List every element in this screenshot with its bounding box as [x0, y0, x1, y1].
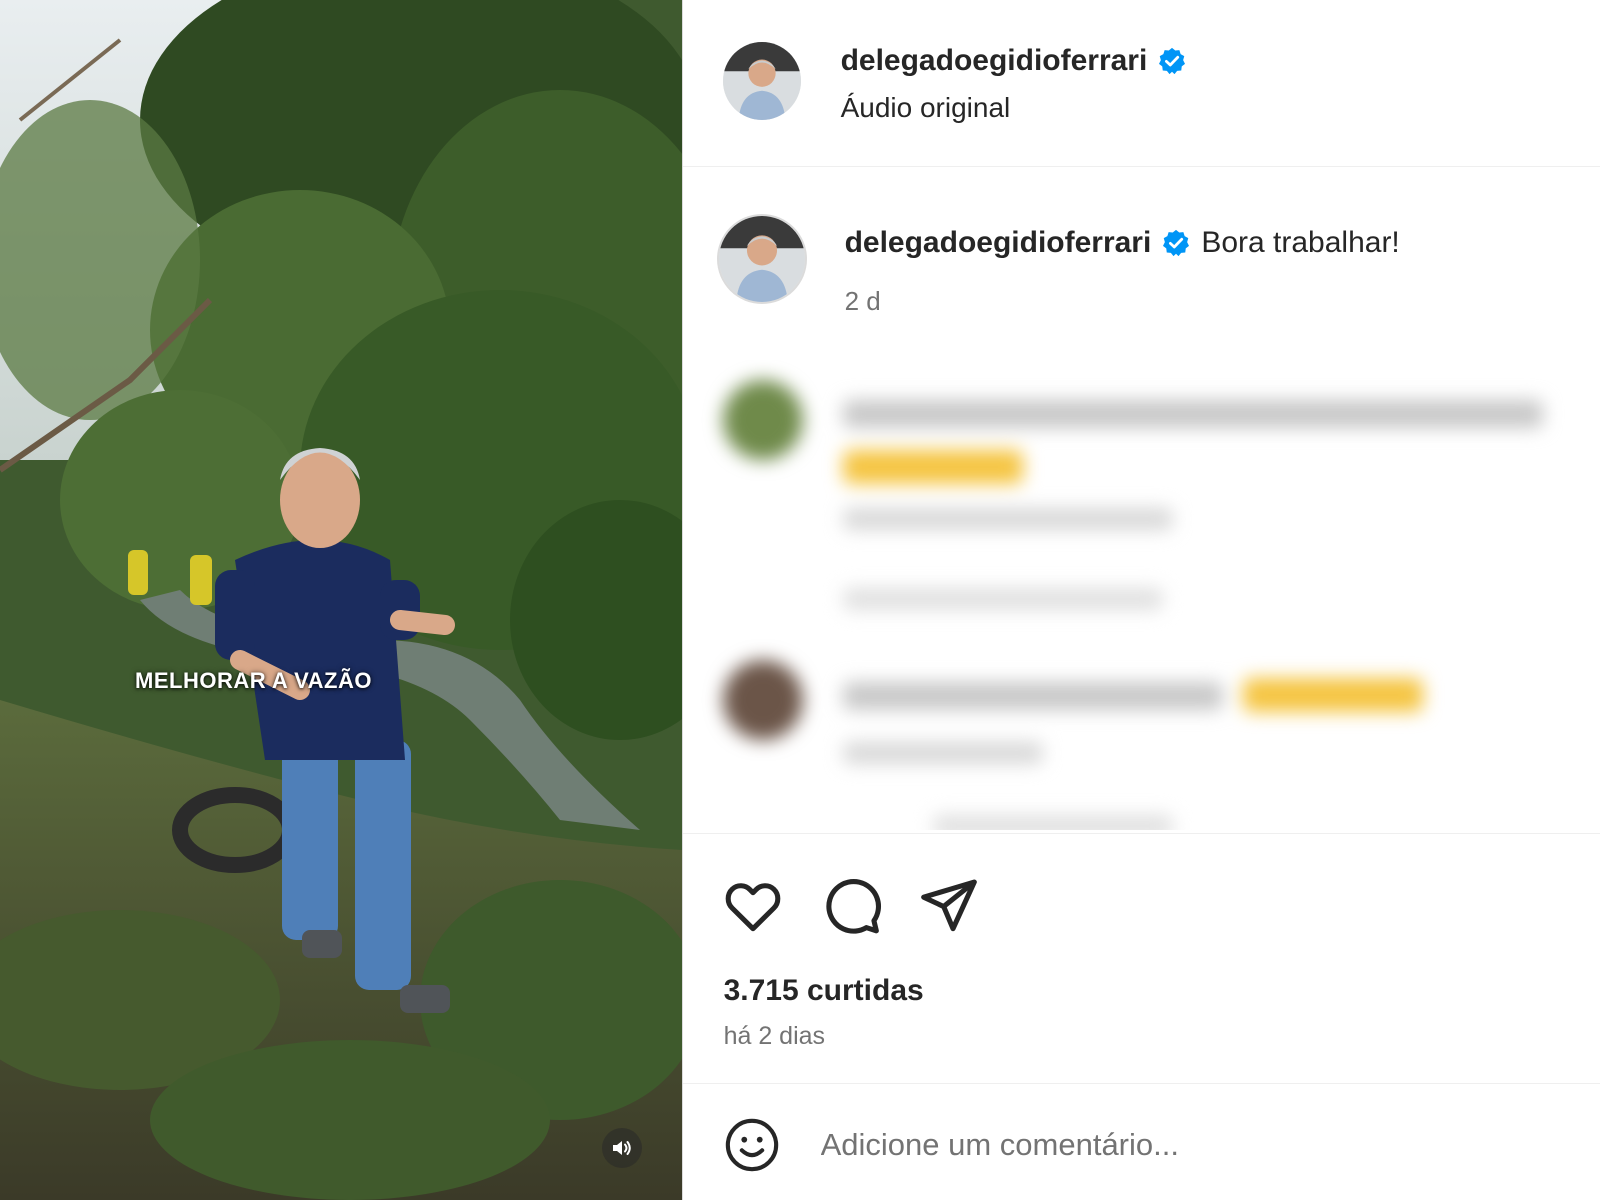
- comment-replies-blurred: [932, 815, 1173, 830]
- mute-button[interactable]: [602, 1128, 642, 1168]
- instagram-reel-view: MELHORAR A VAZÃO delegadoegidioferrari Á…: [0, 0, 1600, 1200]
- post-panel: delegadoegidioferrari Áudio original del…: [681, 0, 1600, 1200]
- caption-timestamp[interactable]: 2 d: [845, 286, 881, 317]
- caption-text: Bora trabalhar!: [1201, 226, 1400, 259]
- verified-badge-icon: [1159, 47, 1186, 75]
- post-caption: delegadoegidioferrari Bora trabalhar! 2 …: [683, 200, 1600, 340]
- comment-meta-blurred: [842, 508, 1173, 530]
- verified-badge-icon: [1163, 229, 1190, 257]
- reel-video[interactable]: MELHORAR A VAZÃO: [0, 0, 682, 1200]
- avatar-image: [722, 42, 801, 120]
- audio-label[interactable]: Áudio original: [841, 92, 1011, 124]
- video-frame: [0, 0, 682, 1200]
- commenter-avatar: [722, 380, 803, 460]
- caption-line: delegadoegidioferrari Bora trabalhar!: [845, 226, 1400, 260]
- likes-count[interactable]: 3.715 curtidas: [724, 974, 924, 1008]
- post-actions: 3.715 curtidas há 2 dias: [682, 833, 1600, 1084]
- post-date[interactable]: há 2 dias: [724, 1022, 825, 1051]
- comment-emoji-blurred: [1242, 678, 1423, 712]
- author-username-row: delegadoegidioferrari: [841, 44, 1188, 78]
- video-overlay-caption: MELHORAR A VAZÃO: [135, 668, 372, 693]
- author-username[interactable]: delegadoegidioferrari: [841, 44, 1148, 78]
- comment-text-blurred: [842, 682, 1223, 710]
- comment-input[interactable]: [818, 1114, 1563, 1176]
- comment-emoji-blurred: [842, 450, 1023, 484]
- share-icon[interactable]: [917, 874, 981, 938]
- comment-replies-blurred: [842, 588, 1163, 610]
- comments-list: [683, 360, 1600, 830]
- caption-author-avatar[interactable]: [718, 216, 805, 302]
- comment-text-blurred: [842, 400, 1543, 428]
- post-header: delegadoegidioferrari Áudio original: [682, 0, 1600, 167]
- smiley-icon[interactable]: [723, 1116, 781, 1174]
- heart-icon[interactable]: [721, 874, 785, 938]
- speaker-icon: [613, 1141, 631, 1155]
- commenter-avatar: [722, 660, 803, 740]
- author-avatar[interactable]: [722, 42, 801, 120]
- comment-meta-blurred: [842, 742, 1043, 764]
- add-comment-bar: [682, 1083, 1600, 1200]
- avatar-image: [718, 216, 805, 302]
- caption-username[interactable]: delegadoegidioferrari: [845, 226, 1152, 260]
- comment-icon[interactable]: [819, 874, 883, 938]
